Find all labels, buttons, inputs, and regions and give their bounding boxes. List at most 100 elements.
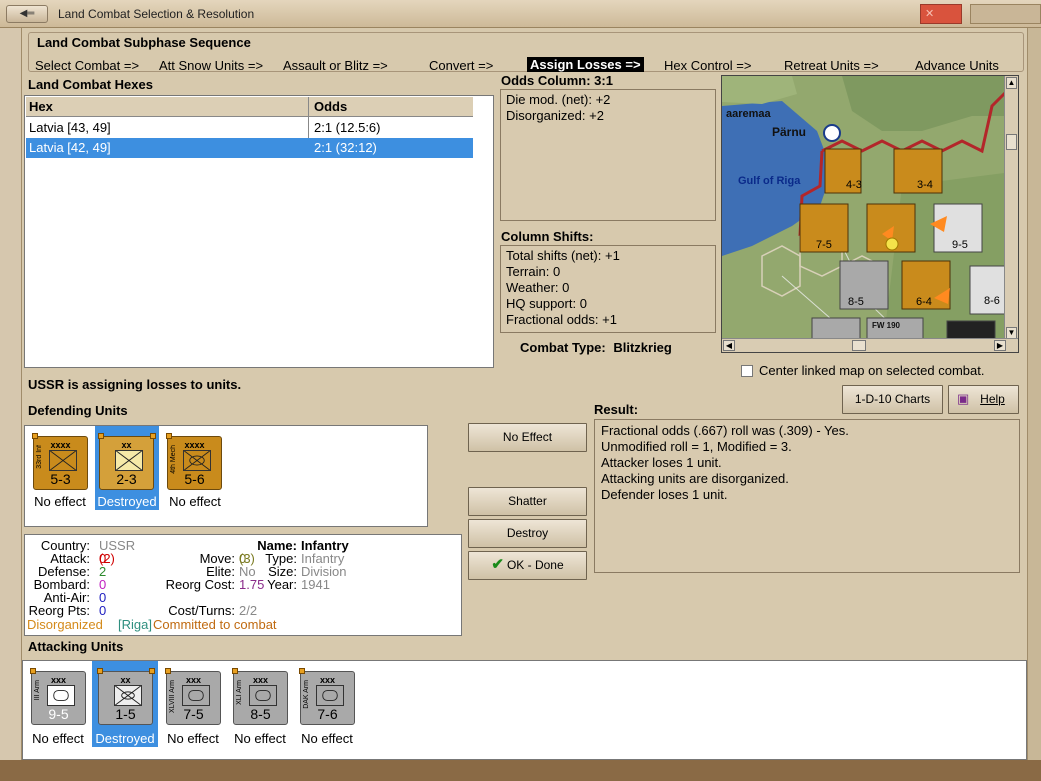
die-mod-line: Die mod. (net): +2 bbox=[506, 92, 611, 107]
unit-status: Destroyed bbox=[95, 731, 155, 746]
ok-done-button[interactable]: ✔ OK - Done bbox=[468, 551, 587, 580]
unit-pip bbox=[30, 668, 36, 674]
step-assault-or-blitz: Assault or Blitz => bbox=[283, 58, 388, 73]
cost-turns-label: Cost/Turns: bbox=[168, 603, 235, 618]
svg-text:9-5: 9-5 bbox=[952, 239, 968, 251]
system-menu-button[interactable]: ◀═ bbox=[6, 5, 48, 23]
unit-strength: 8-5 bbox=[250, 706, 271, 722]
unit-status: No effect bbox=[167, 731, 219, 746]
attacking-unit[interactable]: xxx XLVIII Arm 7-5 No effect bbox=[160, 661, 226, 747]
dialog-body: Land Combat Subphase Sequence Select Com… bbox=[22, 28, 1027, 760]
unit-status: No effect bbox=[32, 731, 84, 746]
mech-infantry-icon bbox=[183, 450, 211, 471]
titlebar-strip bbox=[970, 4, 1041, 24]
odds-panel: Die mod. (net): +2 Disorganized: +2 bbox=[500, 89, 716, 221]
unit-counter: xxxx 4th Mech 5-6 bbox=[166, 433, 222, 490]
disorganized-line: Disorganized: +2 bbox=[506, 108, 604, 123]
attacking-unit[interactable]: xxx DAK Arm 7-6 No effect bbox=[294, 661, 360, 747]
title-bar: ◀═ Land Combat Selection & Resolution ✕ bbox=[0, 0, 1041, 28]
unit-pip bbox=[232, 668, 238, 674]
defending-unit[interactable]: xxxx 33rd Inf 5-3 No effect bbox=[29, 426, 91, 510]
disorganized-tag: Disorganized bbox=[27, 617, 103, 632]
center-map-checkbox[interactable] bbox=[741, 365, 753, 377]
unit-status: Destroyed bbox=[97, 494, 157, 509]
unit-strength: 7-6 bbox=[317, 706, 338, 722]
unit-counter: xxx XLI Arm 8-5 bbox=[232, 668, 288, 725]
linked-map[interactable]: aaremaa Pärnu Gulf of Riga FW 190 4-3 3-4 bbox=[721, 75, 1019, 353]
combat-type-label: Combat Type: bbox=[520, 340, 606, 355]
svg-text:8-5: 8-5 bbox=[848, 296, 864, 308]
unit-pip bbox=[98, 433, 104, 439]
result-line: Attacking units are disorganized. bbox=[601, 471, 789, 486]
unit-name: XLI Arm bbox=[236, 680, 243, 705]
hex-column-header[interactable]: Hex bbox=[29, 99, 53, 114]
infantry-icon bbox=[49, 450, 77, 471]
city-label: Pärnu bbox=[772, 125, 806, 139]
hq-support-line: HQ support: 0 bbox=[506, 296, 587, 311]
close-button[interactable]: ✕ bbox=[920, 4, 962, 24]
center-map-label: Center linked map on selected combat. bbox=[759, 363, 985, 378]
destroy-button[interactable]: Destroy bbox=[468, 519, 587, 548]
unit-strength: 5-6 bbox=[184, 471, 205, 487]
city-icon bbox=[823, 124, 841, 142]
odds-column-header[interactable]: Odds bbox=[314, 99, 347, 114]
cost-turns-value: 2/2 bbox=[239, 603, 258, 618]
unit-status: No effect bbox=[234, 731, 286, 746]
hscroll-thumb[interactable] bbox=[852, 340, 866, 351]
step-retreat-units: Retreat Units => bbox=[784, 58, 879, 73]
unit-counter: xxxx 33rd Inf 5-3 bbox=[32, 433, 88, 490]
hq-tag: [Riga] bbox=[118, 617, 152, 632]
step-convert: Convert => bbox=[429, 58, 494, 73]
vscroll-thumb[interactable] bbox=[1006, 134, 1017, 150]
attacking-unit[interactable]: xxx XLI Arm 8-5 No effect bbox=[227, 661, 293, 747]
unit-counter: xxx III Arm 9-5 bbox=[30, 668, 86, 725]
no-effect-button[interactable]: No Effect bbox=[468, 423, 587, 452]
gulf-label: Gulf of Riga bbox=[738, 175, 801, 187]
ok-done-label: OK - Done bbox=[506, 558, 564, 572]
attacking-units-panel: xxx III Arm 9-5 No effect xx 1-5 Destroy… bbox=[22, 660, 1027, 760]
result-panel: Fractional odds (.667) roll was (.309) -… bbox=[594, 419, 1020, 573]
attacking-unit[interactable]: xxx III Arm 9-5 No effect bbox=[25, 661, 91, 747]
unit-counter: xxx XLVIII Arm 7-5 bbox=[165, 668, 221, 725]
shatter-button[interactable]: Shatter bbox=[468, 487, 587, 516]
svg-text:4-3: 4-3 bbox=[846, 179, 862, 191]
attacking-unit-selected[interactable]: xx 1-5 Destroyed bbox=[92, 661, 158, 747]
defending-units-panel: xxxx 33rd Inf 5-3 No effect xx 2-3 Destr… bbox=[24, 425, 428, 527]
reorg-cost-label: Reorg Cost: bbox=[165, 577, 235, 592]
step-att-snow-units: Att Snow Units => bbox=[159, 58, 264, 73]
checkmark-icon: ✔ bbox=[491, 556, 504, 573]
help-label: Help bbox=[980, 392, 1005, 406]
table-header: Hex Odds bbox=[26, 97, 473, 117]
infantry-icon bbox=[115, 450, 143, 471]
unit-status: No effect bbox=[34, 494, 86, 509]
table-row-selected[interactable]: Latvia [42, 49] 2:1 (32:12) bbox=[26, 138, 473, 158]
attacking-units-label: Attacking Units bbox=[28, 639, 124, 654]
step-select-combat: Select Combat => bbox=[35, 58, 140, 73]
hex-cell: Latvia [42, 49] bbox=[29, 140, 111, 155]
reorg-pts-value: 0 bbox=[99, 603, 107, 618]
map-horizontal-scrollbar[interactable]: ◀ ▶ bbox=[722, 338, 1018, 352]
unit-size: xx bbox=[120, 675, 131, 685]
step-advance-units: Advance Units bbox=[915, 58, 999, 73]
hex-cell: Latvia [43, 49] bbox=[29, 120, 111, 135]
defending-unit-selected[interactable]: xx 2-3 Destroyed bbox=[95, 426, 159, 510]
help-button[interactable]: ▣ Help bbox=[948, 385, 1019, 414]
unit-size: xx bbox=[121, 440, 132, 450]
unit-info-panel: Country: USSR Attack: 0 (2) Defense: 2 B… bbox=[24, 534, 462, 636]
total-shifts-line: Total shifts (net): +1 bbox=[506, 248, 620, 263]
map-vertical-scrollbar[interactable]: ▲ ▼ bbox=[1004, 76, 1018, 340]
sequence-label: Land Combat Subphase Sequence bbox=[37, 35, 251, 50]
defending-unit[interactable]: xxxx 4th Mech 5-6 No effect bbox=[163, 426, 227, 510]
table-row[interactable]: Latvia [43, 49] 2:1 (12.5:6) bbox=[26, 118, 473, 138]
fractional-odds-line: Fractional odds: +1 bbox=[506, 312, 617, 327]
mech-infantry-icon bbox=[114, 685, 142, 706]
charts-button[interactable]: 1-D-10 Charts bbox=[842, 385, 943, 414]
unit-name: III Arm bbox=[34, 680, 41, 701]
armor-icon bbox=[249, 685, 277, 706]
unit-name: 33rd Inf bbox=[36, 445, 43, 469]
committed-tag: Committed to combat bbox=[153, 617, 277, 632]
svg-text:3-4: 3-4 bbox=[917, 179, 933, 191]
subphase-sequence: Land Combat Subphase Sequence Select Com… bbox=[28, 32, 1024, 73]
right-frame bbox=[1027, 28, 1041, 781]
counter-label: FW 190 bbox=[872, 321, 901, 330]
